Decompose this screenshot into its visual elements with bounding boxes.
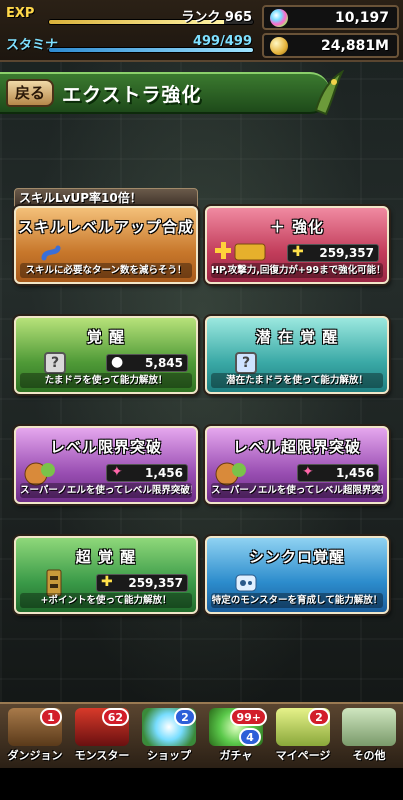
plus-enhance-card[interactable]: ＋ 強化 ✚ 259,357 HP,攻撃力,回復力が+99まで強化可能！ [205, 206, 389, 284]
nav-dungeon[interactable]: 1 ダンジョン [2, 704, 68, 766]
card-title: 覚 醒 [86, 328, 126, 346]
nav-badge: 1 [40, 708, 62, 726]
nav-badge: 62 [101, 708, 129, 726]
noel-count-box: ✦ 1,456 [106, 464, 188, 482]
back-button[interactable]: 戻る [6, 79, 54, 107]
page-title: エクストラ強化 [62, 84, 202, 106]
noel-small-icon: ✦ [302, 464, 314, 480]
noel-count: 1,456 [145, 466, 183, 480]
dungeon-background [0, 0, 403, 800]
plus-icon: ✚ [292, 244, 304, 260]
coin-counter: 24,881M [262, 33, 399, 58]
card-title: レベル超限界突破 [232, 438, 361, 456]
card-description: HP,攻撃力,回復力が+99まで強化可能！ [211, 263, 383, 278]
level-super-limit-break-card[interactable]: レベル超限界突破 ✦ 1,456 スーパーノエルを使ってレベル超限界突破！ [205, 426, 389, 504]
card-description: スーパーノエルを使ってレベル限界突破！ [20, 483, 192, 498]
card-description: 特定のモンスターを育成して能力解放！ [211, 593, 383, 608]
card-title: スキルレベルアップ合成 [17, 218, 194, 236]
synchro-awaken-card[interactable]: シンクロ覚醒 特定のモンスターを育成して能力解放！ [205, 536, 389, 614]
card-description: +ポイントを使って能力解放！ [20, 593, 192, 608]
nav-other[interactable]: その他 [336, 704, 402, 766]
nav-label: マイページ [275, 749, 331, 762]
awaken-skill-icon: ? [44, 352, 66, 374]
nav-label: ダンジョン [7, 749, 63, 762]
exp-label: EXP [6, 6, 35, 21]
synchro-icon [235, 574, 257, 592]
level-limit-break-card[interactable]: レベル限界突破 ✦ 1,456 スーパーノエルを使ってレベル限界突破！ [14, 426, 198, 504]
magic-stone-icon [270, 9, 288, 27]
card-description: スーパーノエルを使ってレベル超限界突破！ [211, 483, 383, 498]
rank-value: ランク 965 [181, 10, 252, 25]
latent-awaken-card[interactable]: 潜 在 覚 醒 ? 潜在たまドラを使って能力解放！ [205, 316, 389, 394]
stamina-value: 499/499 [192, 34, 252, 49]
nav-badge-secondary: 4 [239, 728, 261, 746]
magic-stone-counter[interactable]: 10,197 [262, 5, 399, 30]
plus-icon: ✚ [101, 574, 113, 590]
nav-gacha[interactable]: 99+ 4 ガチャ [203, 704, 269, 766]
tamadra-count: 5,845 [145, 356, 183, 370]
nav-monster[interactable]: 62 モンスター [69, 704, 135, 766]
card-title: シンクロ覚醒 [248, 548, 345, 566]
tamadra-icon: ● [111, 354, 124, 370]
card-title: 超 覚 醒 [75, 548, 137, 566]
awaken-card[interactable]: 覚 醒 ? ● 5,845 たまドラを使って能力解放！ [14, 316, 198, 394]
latent-skill-icon: ? [235, 352, 257, 374]
plus-points-box: ✚ 259,357 [96, 574, 188, 592]
card-title: レベル限界突破 [49, 438, 162, 456]
coin-icon [270, 37, 288, 55]
skill-level-up-card[interactable]: スキルレベルアップ合成 スキルに必要なターン数を減らそう！ [14, 206, 198, 284]
plus-egg-icon [215, 242, 266, 261]
noel-count-box: ✦ 1,456 [297, 464, 379, 482]
card-description: スキルに必要なターン数を減らそう！ [20, 263, 192, 278]
card-description: 潜在たまドラを使って能力解放！ [211, 373, 383, 388]
plus-points-value: 259,357 [128, 576, 183, 590]
nav-badge: 99+ [230, 708, 267, 726]
card-title: ＋ 強化 [269, 218, 325, 236]
nav-mypage[interactable]: 2 マイページ [270, 704, 336, 766]
status-bar: EXP ランク 965 スタミナ 499/499 10,197 24,881M [0, 0, 403, 62]
nav-badge: 2 [308, 708, 330, 726]
magic-stone-value: 10,197 [334, 10, 389, 26]
plus-points-box: ✚ 259,357 [287, 244, 379, 262]
stamina-row: スタミナ 499/499 [4, 32, 258, 58]
nav-badge: 2 [174, 708, 196, 726]
card-title: 潜 在 覚 醒 [255, 328, 339, 346]
card-description: たまドラを使って能力解放！ [20, 373, 192, 388]
nav-label: ショップ [147, 749, 191, 762]
dragon-ornament-icon [314, 70, 344, 116]
nav-label: その他 [352, 749, 386, 762]
other-menu-icon [342, 708, 396, 746]
exp-row: EXP ランク 965 [4, 4, 258, 30]
skill-scroll-icon [41, 245, 61, 261]
system-navigation-bar [0, 768, 403, 800]
nav-label: ガチャ [219, 749, 253, 762]
super-awaken-card[interactable]: 超 覚 醒 ✚ 259,357 +ポイントを使って能力解放！ [14, 536, 198, 614]
noel-small-icon: ✦ [111, 464, 123, 480]
tamadra-count-box: ● 5,845 [106, 354, 188, 372]
plus-points-value: 259,357 [319, 246, 374, 260]
coin-value: 24,881M [321, 38, 389, 54]
nav-label: モンスター [74, 749, 130, 762]
noel-count: 1,456 [336, 466, 374, 480]
nav-shop[interactable]: 2 ショップ [136, 704, 202, 766]
skill-up-rate-banner: スキルLvUP率10倍！ [14, 188, 198, 208]
